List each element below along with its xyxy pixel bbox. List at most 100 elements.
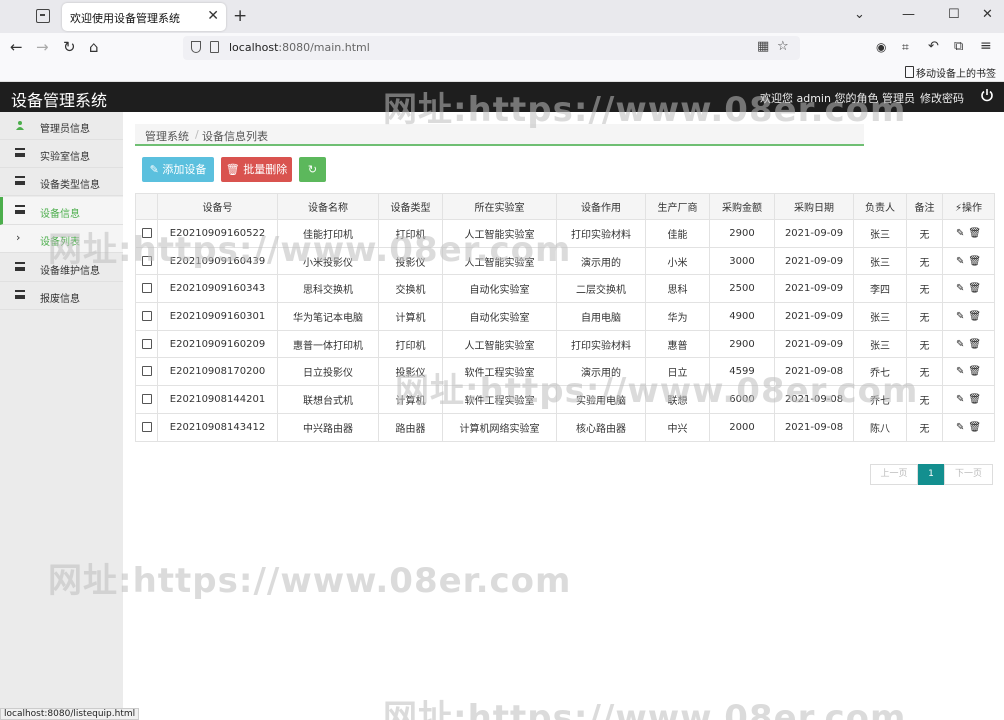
menu-icon[interactable]: ≡ — [980, 38, 992, 54]
row-checkbox[interactable] — [141, 338, 152, 349]
new-tab-icon[interactable]: + — [233, 6, 247, 26]
watermark: 网址:https://www.08er.com — [383, 90, 907, 130]
edit-icon[interactable]: ✎ — [956, 256, 964, 267]
browser-tab[interactable]: 欢迎使用设备管理系统 ✕ — [62, 3, 226, 31]
delete-icon[interactable]: 🗑 — [968, 339, 981, 350]
table-cell: 中兴路由器 — [277, 412, 379, 442]
chevron-down-icon[interactable]: ⌄ — [854, 7, 865, 22]
minimize-icon[interactable]: — — [902, 7, 915, 22]
next-page-button[interactable]: 下一页 — [944, 464, 993, 485]
header-checkbox-cell — [135, 193, 158, 220]
table-cell: 2500 — [709, 274, 775, 304]
page-1-button[interactable]: 1 — [918, 464, 944, 485]
sidebar-item-lab[interactable]: 实验室信息 — [0, 140, 123, 168]
delete-icon[interactable]: 🗑 — [968, 283, 981, 294]
address-bar-row: ← → ↻ ⌂ localhost:8080/main.html ▦ ☆ ◉ ⌗… — [0, 33, 1004, 62]
qr-code-icon[interactable]: ▦ — [757, 39, 769, 54]
delete-icon[interactable]: 🗑 — [968, 422, 981, 433]
undo-icon[interactable]: ↶ — [928, 39, 939, 54]
column-header-actions: ⚡操作 — [942, 193, 995, 220]
table-cell: 张三 — [853, 246, 907, 276]
add-device-button[interactable]: ✎ 添加设备 — [142, 157, 214, 182]
power-icon[interactable] — [980, 88, 994, 102]
edit-icon[interactable]: ✎ — [956, 311, 964, 322]
row-checkbox[interactable] — [141, 283, 152, 294]
crop-icon[interactable]: ⌗ — [902, 40, 909, 55]
table-cell: 3000 — [709, 246, 775, 276]
row-checkbox-cell — [135, 385, 158, 414]
tab-list-icon[interactable] — [36, 9, 50, 23]
table-cell: 华为笔记本电脑 — [277, 302, 379, 331]
table-cell: 小米 — [645, 246, 710, 276]
back-icon[interactable]: ← — [10, 38, 23, 56]
delete-icon[interactable]: 🗑 — [968, 311, 981, 322]
column-header: 负责人 — [853, 193, 907, 220]
table-cell: 2900 — [709, 219, 775, 248]
column-header: 生产厂商 — [645, 193, 710, 220]
mobile-bookmarks[interactable]: 移动设备上的书签 — [905, 65, 996, 80]
edit-icon: ✎ — [149, 163, 159, 176]
close-icon[interactable]: ✕ — [207, 8, 219, 24]
extensions-icon[interactable]: ⧉ — [954, 39, 963, 54]
row-actions: ✎ 🗑 — [942, 302, 995, 331]
page-info-icon[interactable] — [210, 41, 219, 53]
edit-icon[interactable]: ✎ — [956, 422, 964, 433]
table-cell: 无 — [906, 246, 943, 276]
forward-icon[interactable]: → — [36, 38, 49, 56]
row-checkbox[interactable] — [141, 421, 152, 432]
batch-delete-button[interactable]: 🗑 批量删除 — [221, 157, 292, 182]
shield-icon[interactable] — [191, 41, 201, 53]
row-checkbox[interactable] — [141, 393, 152, 404]
url-input[interactable]: localhost:8080/main.html ▦ ☆ — [183, 36, 800, 60]
reload-icon[interactable]: ↻ — [63, 38, 76, 56]
edit-icon[interactable]: ✎ — [956, 339, 964, 350]
row-actions: ✎ 🗑 — [942, 246, 995, 276]
row-checkbox-cell — [135, 274, 158, 304]
table-cell: 交换机 — [378, 274, 443, 304]
table-cell: 张三 — [853, 302, 907, 331]
row-actions: ✎ 🗑 — [942, 357, 995, 387]
table-cell: E20210908143412 — [157, 412, 278, 442]
row-checkbox-cell — [135, 302, 158, 331]
edit-icon[interactable]: ✎ — [956, 228, 964, 239]
breadcrumb-current: 设备信息列表 — [202, 130, 268, 143]
home-icon[interactable]: ⌂ — [89, 38, 99, 56]
account-icon[interactable]: ◉ — [876, 40, 886, 54]
row-checkbox[interactable] — [141, 366, 152, 377]
maximize-icon[interactable]: ☐ — [948, 7, 960, 22]
sidebar-item-device-type[interactable]: 设备类型信息 — [0, 168, 123, 196]
tab-title: 欢迎使用设备管理系统 — [70, 12, 180, 25]
edit-icon[interactable]: ✎ — [956, 394, 964, 405]
watermark: 网址:https://www.08er.com — [48, 561, 572, 601]
watermark: 网址:https://www.08er.com — [383, 698, 907, 720]
prev-page-button[interactable]: 上一页 — [870, 464, 918, 485]
sidebar-item-admin[interactable]: 管理员信息 — [0, 112, 123, 140]
delete-icon[interactable]: 🗑 — [968, 394, 981, 405]
edit-icon[interactable]: ✎ — [956, 366, 964, 377]
sidebar-item-scrap[interactable]: 报废信息 — [0, 282, 123, 310]
row-actions: ✎ 🗑 — [942, 274, 995, 304]
refresh-icon: ↻ — [307, 163, 318, 176]
delete-icon[interactable]: 🗑 — [968, 256, 981, 267]
sidebar-item-device[interactable]: 设备信息 — [0, 197, 123, 225]
row-actions: ✎ 🗑 — [942, 219, 995, 248]
table-cell: E20210908170200 — [157, 357, 278, 387]
refresh-button[interactable]: ↻ — [299, 157, 326, 182]
column-header: 设备号 — [157, 193, 278, 220]
chevron-right-icon: › — [16, 231, 21, 244]
breadcrumb-home[interactable]: 管理系统 — [145, 128, 189, 144]
status-url: localhost:8080/listequip.html — [0, 708, 140, 720]
column-header: 采购金额 — [709, 193, 775, 220]
table-cell: 2021-09-09 — [774, 329, 854, 359]
bookmark-star-icon[interactable]: ☆ — [777, 39, 789, 54]
table-cell: 无 — [906, 219, 943, 248]
delete-icon[interactable]: 🗑 — [968, 366, 981, 377]
edit-icon[interactable]: ✎ — [956, 283, 964, 294]
breadcrumb-separator: / — [195, 128, 199, 141]
delete-icon[interactable]: 🗑 — [968, 228, 981, 239]
table-cell: 4900 — [709, 302, 775, 331]
change-password-link[interactable]: 修改密码 — [920, 90, 964, 106]
window-close-icon[interactable]: ✕ — [982, 7, 993, 22]
row-actions: ✎ 🗑 — [942, 412, 995, 442]
row-checkbox[interactable] — [141, 310, 152, 321]
